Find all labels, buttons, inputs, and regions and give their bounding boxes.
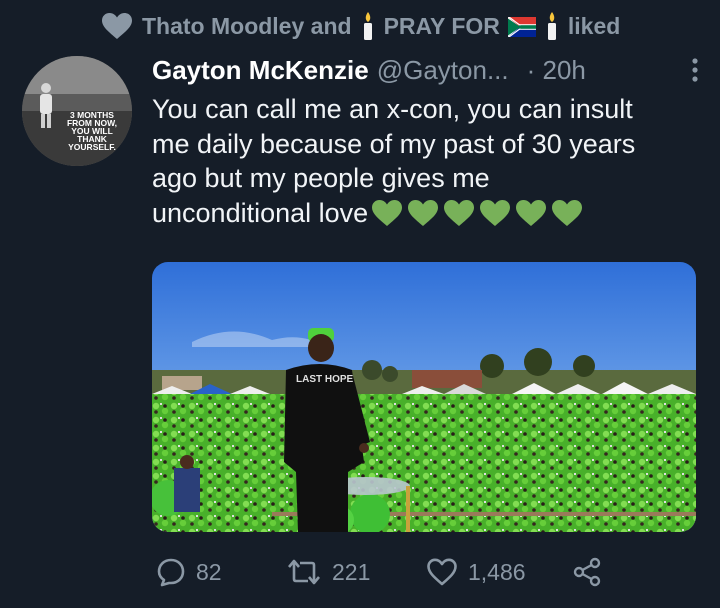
tweet-text: You can call me an x-con, you can insult…	[152, 92, 707, 230]
avatar-caption-line: YOURSELF.	[68, 142, 116, 152]
social-context[interactable]: Thato Moodley and PRAY FOR liked	[100, 8, 620, 44]
reply-count: 82	[196, 558, 222, 585]
pray-for-text[interactable]: PRAY FOR	[384, 13, 500, 40]
green-heart-icon	[372, 199, 403, 226]
green-hearts-emoji	[370, 198, 584, 228]
share-button[interactable]	[572, 557, 602, 587]
retweet-button[interactable]: 221	[286, 557, 426, 587]
candle-icon	[360, 11, 376, 41]
south-africa-flag-icon	[507, 16, 536, 37]
green-heart-icon	[552, 199, 583, 226]
retweet-icon	[286, 557, 322, 587]
tweet-text-last-line: unconditional love	[152, 196, 707, 231]
user-handle[interactable]: @Gayton...	[377, 55, 509, 86]
tweet-text-line: You can call me an x-con, you can insult	[152, 94, 633, 124]
heart-icon	[100, 11, 134, 41]
reply-button[interactable]: 82	[156, 557, 286, 587]
tweet-text-line: ago but my people gives me	[152, 163, 490, 193]
like-heart-icon	[426, 557, 458, 587]
retweet-count: 221	[332, 558, 371, 585]
social-context-names[interactable]: Thato Moodley and	[142, 13, 352, 40]
green-heart-icon	[480, 199, 511, 226]
speaker-shirt-text: LAST HOPE	[296, 374, 354, 385]
tweet-text-line: me daily because of my past of 30 years	[152, 128, 636, 159]
like-button[interactable]: 1,486	[426, 557, 572, 587]
action-bar: 82 221 1,486	[156, 552, 626, 592]
liked-text: liked	[567, 12, 621, 39]
avatar[interactable]: 3 MONTHS FROM NOW, YOU WILL THANK YOURSE…	[22, 56, 132, 166]
more-options-icon[interactable]	[690, 56, 700, 84]
tweet-text-line: unconditional love	[152, 197, 369, 228]
tweet-media-image[interactable]: LAST HOPE	[152, 262, 696, 532]
candle-icon	[544, 11, 560, 41]
share-icon	[572, 557, 602, 587]
green-heart-icon	[516, 199, 547, 226]
like-count: 1,486	[468, 558, 526, 585]
green-heart-icon	[444, 199, 475, 226]
tweet-header: Gayton McKenzie @Gayton... · 20h	[152, 52, 700, 88]
reply-icon	[156, 557, 186, 587]
display-name[interactable]: Gayton McKenzie	[152, 55, 369, 86]
tweet-timestamp[interactable]: · 20h	[527, 55, 586, 86]
green-heart-icon	[408, 199, 439, 226]
